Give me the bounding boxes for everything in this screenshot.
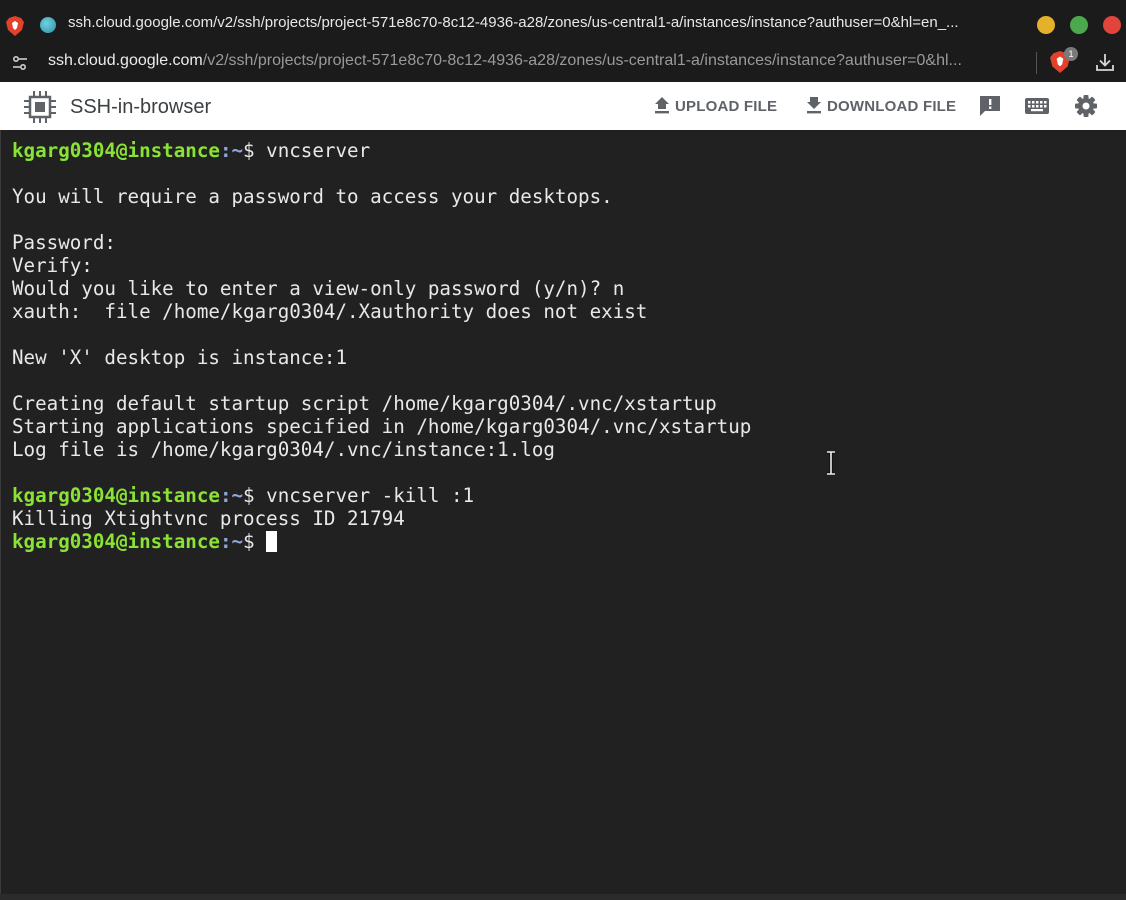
terminal-screen[interactable]: kgarg0304@instance:~$ vncserver You will … — [0, 130, 1126, 894]
terminal-output-line: Creating default startup script /home/kg… — [12, 392, 717, 415]
url-field[interactable]: ssh.cloud.google.com/v2/ssh/projects/pro… — [48, 52, 1018, 70]
brave-logo-icon[interactable] — [6, 16, 24, 36]
upload-icon — [655, 97, 669, 114]
terminal-command: vncserver -kill :1 — [266, 484, 475, 507]
terminal-prompt-line: kgarg0304@instance:~$ — [12, 530, 751, 553]
shields-count-badge: 1 — [1064, 47, 1078, 61]
terminal-output-line: Password: — [12, 231, 116, 254]
address-bar: ssh.cloud.google.com/v2/ssh/projects/pro… — [0, 47, 1126, 82]
download-file-button[interactable]: DOWNLOAD FILE — [805, 94, 956, 118]
upload-file-button[interactable]: UPLOAD FILE — [653, 94, 777, 118]
terminal-prompt-line: kgarg0304@instance:~$ vncserver — [12, 139, 751, 162]
settings-gear-icon[interactable] — [1073, 94, 1099, 118]
prompt-user: kgarg0304@instance — [12, 530, 220, 553]
terminal-output-line: Starting applications specified in /home… — [12, 415, 752, 438]
url-host: ssh.cloud.google.com — [48, 52, 203, 69]
prompt-symbol: $ — [243, 139, 267, 162]
prompt-path: :~ — [219, 139, 244, 162]
terminal-cursor — [266, 531, 278, 552]
upload-file-label: UPLOAD FILE — [675, 97, 778, 115]
terminal-output-line: You will require a password to access yo… — [12, 185, 613, 208]
brave-shields-button[interactable]: 1 — [1050, 47, 1078, 73]
tab-favicon-icon — [40, 17, 56, 33]
prompt-symbol: $ — [243, 530, 267, 553]
minimize-button[interactable] — [1037, 16, 1055, 34]
keyboard-icon[interactable] — [1024, 94, 1050, 118]
window-bottom-edge — [0, 894, 1126, 900]
prompt-path: :~ — [219, 530, 244, 553]
text-cursor-ibeam-icon — [827, 451, 835, 475]
terminal-output-line: Log file is /home/kgarg0304/.vnc/instanc… — [12, 438, 555, 461]
site-settings-icon[interactable] — [11, 54, 29, 72]
downloads-icon[interactable] — [1094, 51, 1116, 73]
terminal-output-line: Would you like to enter a view-only pass… — [12, 277, 625, 300]
address-bar-divider — [1036, 52, 1037, 74]
browser-title-bar: ssh.cloud.google.com/v2/ssh/projects/pro… — [0, 0, 1126, 48]
maximize-button[interactable] — [1070, 16, 1088, 34]
terminal-output-line: Verify: — [12, 254, 93, 277]
ssh-app-toolbar: SSH-in-browser UPLOAD FILE DOWNLOAD FILE — [0, 82, 1126, 130]
terminal-prompt-line: kgarg0304@instance:~$ vncserver -kill :1 — [12, 484, 751, 507]
app-title: SSH-in-browser — [70, 96, 212, 118]
url-path: /v2/ssh/projects/project-571e8c70-8c12-4… — [202, 52, 962, 69]
prompt-user: kgarg0304@instance — [12, 139, 220, 162]
terminal-output: kgarg0304@instance:~$ vncserver You will … — [12, 139, 751, 553]
prompt-symbol: $ — [243, 484, 267, 507]
terminal-output-line: Killing Xtightvnc process ID 21794 — [12, 507, 405, 530]
feedback-icon[interactable] — [977, 94, 1003, 118]
download-icon — [807, 97, 821, 114]
prompt-path: :~ — [219, 484, 244, 507]
terminal-output-line: New 'X' desktop is instance:1 — [12, 346, 348, 369]
terminal-command: vncserver — [266, 139, 371, 162]
download-file-label: DOWNLOAD FILE — [827, 97, 957, 115]
terminal-output-line: xauth: file /home/kgarg0304/.Xauthority … — [12, 300, 648, 323]
prompt-user: kgarg0304@instance — [12, 484, 220, 507]
tab-title[interactable]: ssh.cloud.google.com/v2/ssh/projects/pro… — [68, 14, 1028, 31]
close-window-button[interactable] — [1103, 16, 1121, 34]
chip-icon — [24, 91, 56, 123]
